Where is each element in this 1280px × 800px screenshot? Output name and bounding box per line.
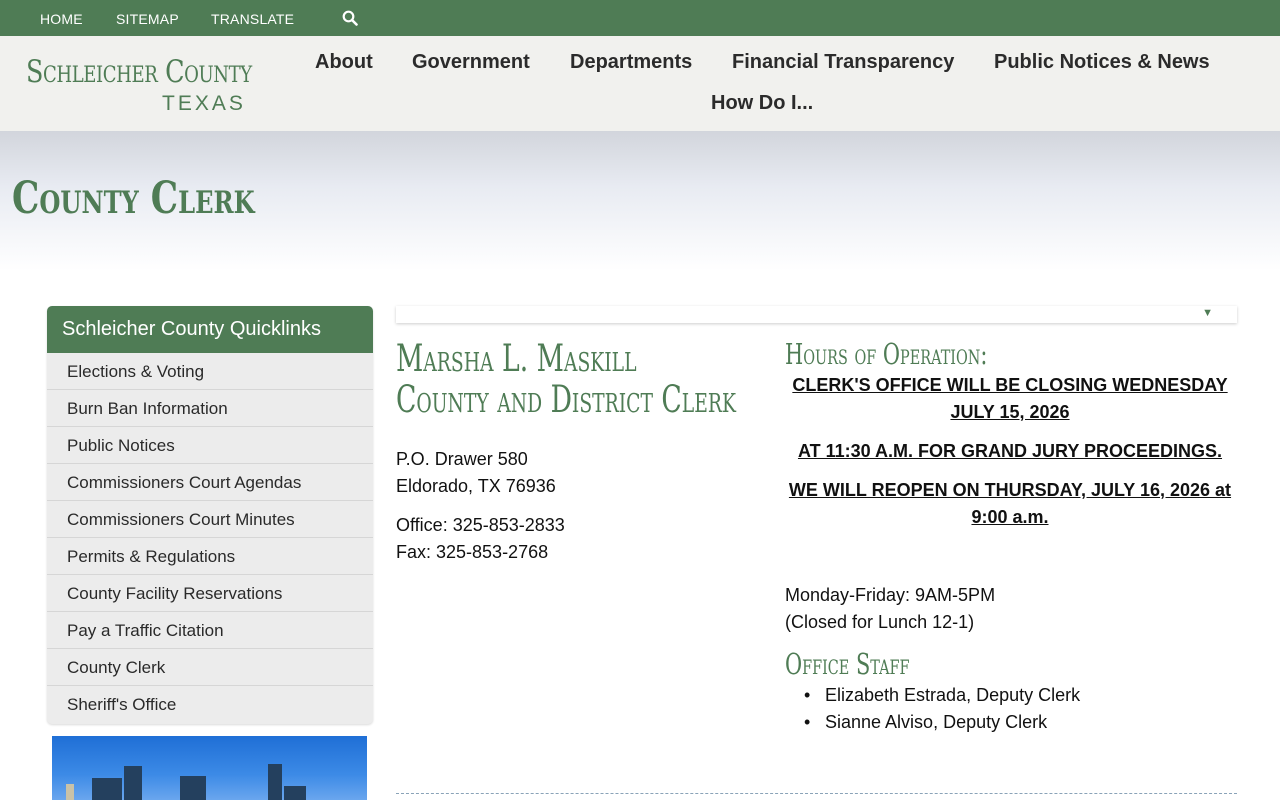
building-shape xyxy=(124,766,142,800)
reopen-notice: WE WILL REOPEN ON THURSDAY, JULY 16, 202… xyxy=(788,480,1232,527)
nav-government[interactable]: Government xyxy=(412,51,530,74)
quicklink-public-notices[interactable]: Public Notices xyxy=(47,427,373,464)
section-divider xyxy=(396,793,1237,794)
clerk-name: Marsha L. Maskill xyxy=(396,337,637,380)
quicklink-sheriffs-office[interactable]: Sheriff's Office xyxy=(47,686,373,723)
building-shape xyxy=(284,786,306,800)
building-shape xyxy=(268,764,282,800)
staff-member-name: Elizabeth Estrada, Deputy Clerk xyxy=(825,685,1081,705)
staff-member: Elizabeth Estrada, Deputy Clerk xyxy=(804,682,1081,709)
utility-bar: HOME SITEMAP TRANSLATE xyxy=(0,0,1280,36)
staff-member: Sianne Alviso, Deputy Clerk xyxy=(804,709,1048,736)
nav-departments[interactable]: Departments xyxy=(570,51,692,74)
quicklinks-heading: Schleicher County Quicklinks xyxy=(47,306,373,353)
site-header: Schleicher County TEXAS About Government… xyxy=(0,36,1280,131)
quicklink-county-clerk[interactable]: County Clerk xyxy=(47,649,373,686)
skyline-image[interactable] xyxy=(52,736,367,800)
caret-down-icon[interactable]: ▼ xyxy=(1202,307,1213,319)
quicklink-court-agendas[interactable]: Commissioners Court Agendas xyxy=(47,464,373,501)
clerk-heading: Marsha L. Maskill County and District Cl… xyxy=(396,338,736,420)
nav-about[interactable]: About xyxy=(315,51,373,74)
nav-financial-transparency[interactable]: Financial Transparency xyxy=(732,51,954,74)
hours-heading: Hours of Operation: xyxy=(785,337,988,371)
page-title-band: County Clerk xyxy=(0,131,1280,271)
address-line1: P.O. Drawer 580 xyxy=(396,449,528,469)
home-link[interactable]: HOME xyxy=(40,11,83,27)
building-shape xyxy=(180,776,206,800)
quicklink-burn-ban[interactable]: Burn Ban Information xyxy=(47,390,373,427)
clerk-role: County and District Clerk xyxy=(396,378,736,421)
quicklink-facility-reservations[interactable]: County Facility Reservations xyxy=(47,575,373,612)
office-phone: Office: 325-853-2833 xyxy=(396,515,565,535)
page-title: County Clerk xyxy=(12,173,255,224)
nav-how-do-i[interactable]: How Do I... xyxy=(711,92,813,115)
staff-heading: Office Staff xyxy=(785,647,910,681)
closing-notice: CLERK'S OFFICE WILL BE CLOSING WEDNESDAY… xyxy=(792,375,1228,422)
translate-link[interactable]: TRANSLATE xyxy=(211,11,294,27)
building-shape xyxy=(92,778,122,800)
sitemap-link[interactable]: SITEMAP xyxy=(116,11,179,27)
building-shape xyxy=(66,784,74,800)
nav-public-notices-news[interactable]: Public Notices & News xyxy=(994,51,1210,74)
logo-state[interactable]: TEXAS xyxy=(162,92,246,116)
quicklink-traffic-citation[interactable]: Pay a Traffic Citation xyxy=(47,612,373,649)
collapse-bar[interactable]: ▼ xyxy=(396,306,1237,323)
search-icon[interactable] xyxy=(342,10,358,26)
staff-member-name: Sianne Alviso, Deputy Clerk xyxy=(825,712,1048,732)
fax-number: Fax: 325-853-2768 xyxy=(396,542,549,562)
weekday-hours: Monday-Friday: 9AM-5PM xyxy=(785,585,996,605)
lunch-hours: (Closed for Lunch 12-1) xyxy=(785,612,975,632)
quicklink-elections-voting[interactable]: Elections & Voting xyxy=(47,353,373,390)
quicklink-permits-regulations[interactable]: Permits & Regulations xyxy=(47,538,373,575)
grand-jury-notice: AT 11:30 A.M. FOR GRAND JURY PROCEEDINGS… xyxy=(797,441,1223,461)
quicklink-court-minutes[interactable]: Commissioners Court Minutes xyxy=(47,501,373,538)
logo-county-name[interactable]: Schleicher County xyxy=(26,54,252,90)
address-line2: Eldorado, TX 76936 xyxy=(396,476,556,496)
quicklinks-panel: Schleicher County Quicklinks Elections &… xyxy=(47,306,373,724)
